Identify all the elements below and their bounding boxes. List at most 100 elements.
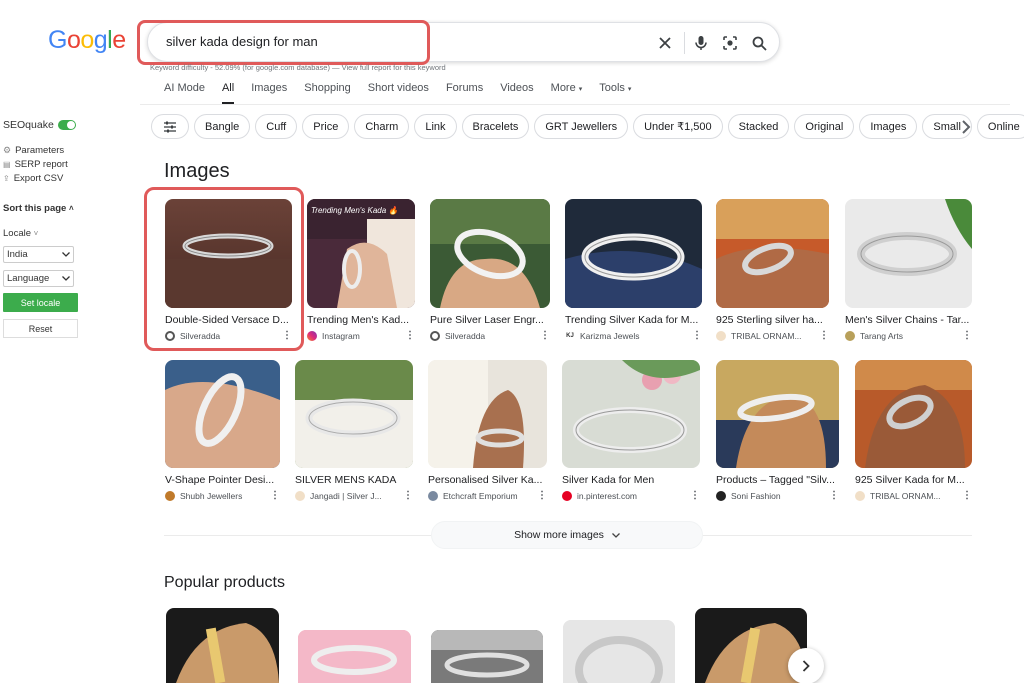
- tab-label: Tools: [599, 82, 625, 94]
- set-locale-button[interactable]: Set locale: [3, 293, 78, 312]
- image-title: Personalised Silver Ka...: [428, 474, 543, 486]
- image-title: Men's Silver Chains - Tar...: [845, 314, 970, 326]
- microphone-icon[interactable]: [690, 32, 712, 54]
- more-options-icon[interactable]: ⋮: [962, 330, 972, 341]
- karizma-jewels-icon: KJ: [565, 330, 575, 341]
- more-options-icon[interactable]: ⋮: [692, 330, 702, 341]
- tab-images[interactable]: Images: [251, 82, 287, 105]
- more-options-icon[interactable]: ⋮: [537, 490, 547, 501]
- seoquake-locale-toggle[interactable]: Locale ˅: [3, 228, 78, 239]
- seoquake-sort-toggle[interactable]: Sort this page ˄: [3, 203, 78, 214]
- more-options-icon[interactable]: ⋮: [690, 490, 700, 501]
- search-icon[interactable]: [748, 32, 770, 54]
- image-result[interactable]: Trending Men's Kada 🔥 Trending Men's Kad…: [307, 199, 415, 341]
- chip-bracelets[interactable]: Bracelets: [461, 114, 530, 139]
- image-source: Instagram ⋮: [307, 330, 415, 341]
- chip-link[interactable]: Link: [414, 114, 457, 139]
- chevron-down-icon: ▾: [578, 86, 583, 93]
- image-title: 925 Sterling silver ha...: [716, 314, 823, 326]
- link-label: Export CSV: [13, 172, 64, 184]
- seoquake-toggle[interactable]: [57, 120, 76, 130]
- tab-all[interactable]: All: [221, 82, 235, 105]
- tab-more[interactable]: More ▾: [551, 82, 583, 105]
- tab-label: AI Mode: [164, 82, 205, 94]
- chevron-right-icon: [802, 660, 810, 672]
- logo-letter: g: [93, 26, 108, 54]
- report-icon: ▤: [3, 159, 11, 169]
- seoquake-serp-report-link[interactable]: ▤ SERP report: [3, 157, 78, 171]
- image-source: Tarang Arts ⋮: [845, 330, 972, 341]
- chip-online[interactable]: Online: [976, 114, 1024, 139]
- chip-cuff[interactable]: Cuff: [255, 114, 298, 139]
- image-result[interactable]: Pure Silver Laser Engr... Silveradda ⋮: [430, 199, 550, 341]
- image-result[interactable]: Personalised Silver Ka... Etchcraft Empo…: [428, 360, 547, 501]
- more-options-icon[interactable]: ⋮: [405, 330, 415, 341]
- product-card[interactable]: [563, 620, 675, 683]
- chevron-down-icon: ˅: [33, 229, 39, 238]
- more-options-icon[interactable]: ⋮: [540, 330, 550, 341]
- chip-price[interactable]: Price: [302, 114, 350, 139]
- tab-label: Videos: [500, 82, 534, 94]
- chip-bangle[interactable]: Bangle: [194, 114, 251, 139]
- source-favicon-icon: [165, 490, 175, 501]
- reset-button[interactable]: Reset: [3, 319, 78, 338]
- tab-tools[interactable]: Tools ▾: [599, 82, 631, 105]
- logo-letter: o: [80, 26, 94, 54]
- seoquake-parameters-link[interactable]: ⚙ Parameters: [3, 143, 78, 157]
- seoquake-header: SEOquake: [3, 119, 78, 131]
- image-thumbnail: [562, 360, 700, 468]
- image-source: Jangadi | Silver J... ⋮: [295, 490, 413, 501]
- chip-charm[interactable]: Charm: [354, 114, 410, 139]
- image-result[interactable]: 925 Sterling silver ha... TRIBAL ORNAM..…: [716, 199, 829, 341]
- show-more-images-button[interactable]: Show more images: [431, 521, 703, 549]
- chip-under-1500[interactable]: Under ₹1,500: [633, 114, 723, 139]
- image-result[interactable]: Products – Tagged "Silv... Soni Fashion ⋮: [716, 360, 839, 501]
- chip-grt-jewellers[interactable]: GRT Jewellers: [534, 114, 629, 139]
- chevron-right-icon[interactable]: [956, 117, 976, 137]
- tab-short-videos[interactable]: Short videos: [368, 82, 429, 105]
- product-card[interactable]: [166, 608, 279, 683]
- lens-camera-icon[interactable]: [719, 32, 741, 54]
- search-input[interactable]: [166, 34, 606, 49]
- products-next-button[interactable]: [788, 648, 824, 683]
- chip-original[interactable]: Original: [794, 114, 855, 139]
- chevron-down-icon: ▾: [627, 86, 632, 93]
- image-result[interactable]: Trending Silver Kada for M... KJ Karizma …: [565, 199, 702, 341]
- image-result[interactable]: SILVER MENS KADA Jangadi | Silver J... ⋮: [295, 360, 413, 501]
- image-result[interactable]: Men's Silver Chains - Tar... Tarang Arts…: [845, 199, 972, 341]
- search-box[interactable]: [147, 22, 780, 62]
- product-card[interactable]: [431, 630, 543, 683]
- logo-letter: G: [48, 26, 67, 54]
- filter-settings-chip[interactable]: [151, 114, 189, 139]
- image-result[interactable]: Double-Sided Versace D... Silveradda ⋮: [165, 199, 292, 341]
- tab-ai-mode[interactable]: AI Mode: [164, 82, 205, 105]
- tab-label: More: [550, 82, 576, 94]
- image-result[interactable]: 925 Silver Kada for M... TRIBAL ORNAM...…: [855, 360, 972, 501]
- image-thumbnail: [716, 199, 829, 308]
- google-logo[interactable]: Google: [48, 26, 126, 55]
- more-options-icon[interactable]: ⋮: [819, 330, 829, 341]
- tab-videos[interactable]: Videos: [500, 82, 533, 105]
- seoquake-title: SEOquake: [3, 119, 54, 131]
- more-options-icon[interactable]: ⋮: [282, 330, 292, 341]
- seoquake-export-csv-link[interactable]: ⇪ Export CSV: [3, 171, 78, 185]
- more-options-icon[interactable]: ⋮: [829, 490, 839, 501]
- logo-letter: o: [66, 26, 81, 54]
- chevron-down-icon: [62, 249, 70, 260]
- tab-forums[interactable]: Forums: [446, 82, 483, 105]
- image-result[interactable]: Silver Kada for Men in.pinterest.com ⋮: [562, 360, 700, 501]
- product-card[interactable]: [298, 630, 411, 683]
- chip-images[interactable]: Images: [859, 114, 918, 139]
- more-options-icon[interactable]: ⋮: [403, 490, 413, 501]
- country-select[interactable]: India: [3, 246, 74, 263]
- image-source: Etchcraft Emporium ⋮: [428, 490, 547, 501]
- clear-icon[interactable]: [654, 32, 676, 54]
- instagram-icon: [307, 330, 317, 341]
- language-select[interactable]: Language: [3, 270, 74, 287]
- image-thumbnail: [165, 360, 280, 468]
- chip-stacked[interactable]: Stacked: [727, 114, 790, 139]
- tab-shopping[interactable]: Shopping: [304, 82, 351, 105]
- more-options-icon[interactable]: ⋮: [270, 490, 280, 501]
- more-options-icon[interactable]: ⋮: [962, 490, 972, 501]
- image-result[interactable]: V-Shape Pointer Desi... Shubh Jewellers ⋮: [165, 360, 280, 501]
